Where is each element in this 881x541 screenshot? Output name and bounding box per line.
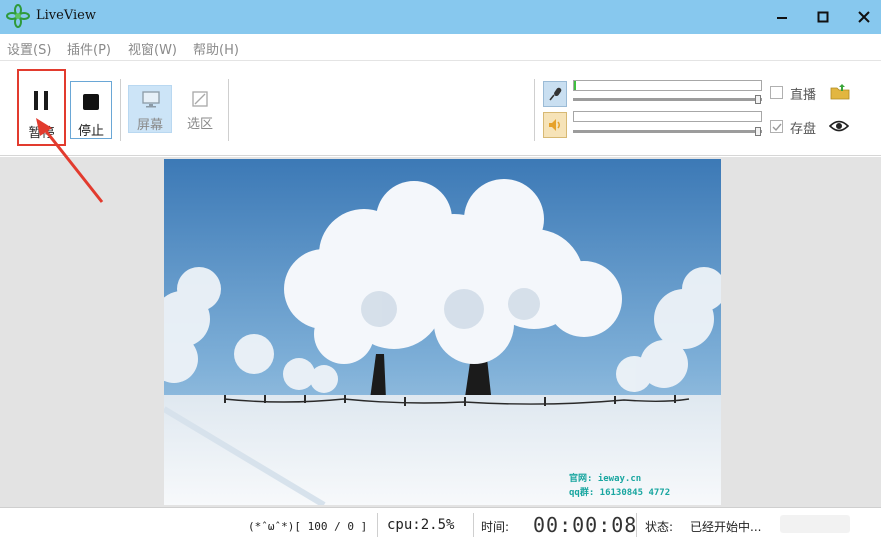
- region-label: 选区: [186, 117, 213, 132]
- speaker-button[interactable]: [543, 112, 567, 138]
- microphone-level-meter: [573, 80, 762, 91]
- status-divider: [473, 513, 474, 537]
- watermark-qq-group: qq群: 16130845 4772: [569, 488, 671, 498]
- microphone-volume-slider[interactable]: [573, 95, 762, 104]
- status-bar: (*ˆωˆ*)[ 100 / 0 ] cpu:2.5% 时间: 00:00:08…: [0, 507, 881, 541]
- microphone-icon: [549, 87, 562, 101]
- stop-icon: [83, 94, 99, 110]
- pause-button[interactable]: 暂停: [17, 69, 66, 146]
- region-select-button[interactable]: 选区: [178, 85, 222, 133]
- live-label: 直播: [790, 88, 817, 103]
- close-button[interactable]: [844, 0, 881, 34]
- preview-area: 官网: ieway.cn qq群: 16130845 4772: [0, 157, 881, 507]
- minimize-icon: [777, 17, 787, 19]
- app-logo-icon: [6, 4, 30, 28]
- video-preview[interactable]: 官网: ieway.cn qq群: 16130845 4772: [164, 159, 721, 505]
- menu-settings[interactable]: 设置(S): [7, 39, 51, 58]
- speaker-icon: [549, 119, 560, 131]
- pause-label: 暂停: [28, 126, 55, 141]
- status-state-label: 状态:: [645, 520, 674, 534]
- menu-plugins[interactable]: 插件(P): [67, 39, 111, 58]
- status-state: 已经开始中...: [690, 520, 762, 534]
- status-time: 00:00:08: [533, 513, 638, 537]
- monitor-icon: [142, 91, 160, 108]
- toolbar-divider: [228, 79, 229, 141]
- watermark-website: 官网: ieway.cn: [569, 474, 642, 484]
- microphone-button[interactable]: [543, 81, 567, 107]
- speaker-volume-slider[interactable]: [573, 127, 762, 136]
- minimize-button[interactable]: [762, 0, 802, 34]
- toolbar: 暂停 停止 屏幕 选区 直播 存盘: [0, 60, 881, 156]
- pause-icon: [34, 91, 49, 110]
- stop-button[interactable]: 停止: [70, 81, 112, 139]
- live-checkbox[interactable]: [770, 86, 783, 99]
- snow-scene-image: [164, 159, 721, 505]
- microphone-level-fill: [574, 81, 576, 90]
- app-window: LiveView 设置(S) 插件(P) 视窗(W) 帮助(H) 暂停 停止 屏…: [0, 0, 881, 541]
- save-checkbox[interactable]: [770, 120, 783, 133]
- toolbar-divider: [534, 79, 535, 141]
- status-divider: [636, 513, 637, 537]
- status-divider: [377, 513, 378, 537]
- title-bar[interactable]: LiveView: [0, 0, 881, 34]
- save-label: 存盘: [790, 122, 817, 137]
- blurred-watermark: [780, 515, 850, 533]
- eye-icon[interactable]: [829, 119, 849, 133]
- toolbar-divider: [120, 79, 121, 141]
- maximize-icon: [817, 11, 829, 23]
- speaker-level-meter: [573, 111, 762, 122]
- status-cpu: cpu:2.5%: [387, 517, 455, 533]
- menu-bar: 设置(S) 插件(P) 视窗(W) 帮助(H): [0, 34, 881, 60]
- upload-folder-icon[interactable]: [830, 83, 850, 101]
- status-frame-counter: (*ˆωˆ*)[ 100 / 0 ]: [248, 520, 368, 533]
- screen-label: 屏幕: [136, 118, 163, 133]
- screen-mode-button[interactable]: 屏幕: [128, 85, 172, 133]
- checkmark-icon: [772, 123, 782, 132]
- stop-label: 停止: [77, 124, 104, 139]
- microphone-volume-thumb[interactable]: [755, 95, 762, 104]
- window-title: LiveView: [36, 8, 96, 23]
- region-select-icon: [192, 91, 208, 107]
- maximize-button[interactable]: [803, 0, 843, 34]
- speaker-volume-thumb[interactable]: [755, 127, 762, 136]
- status-time-label: 时间:: [481, 520, 510, 534]
- menu-help[interactable]: 帮助(H): [193, 39, 239, 58]
- close-icon: [858, 11, 870, 23]
- menu-window[interactable]: 视窗(W): [128, 39, 177, 58]
